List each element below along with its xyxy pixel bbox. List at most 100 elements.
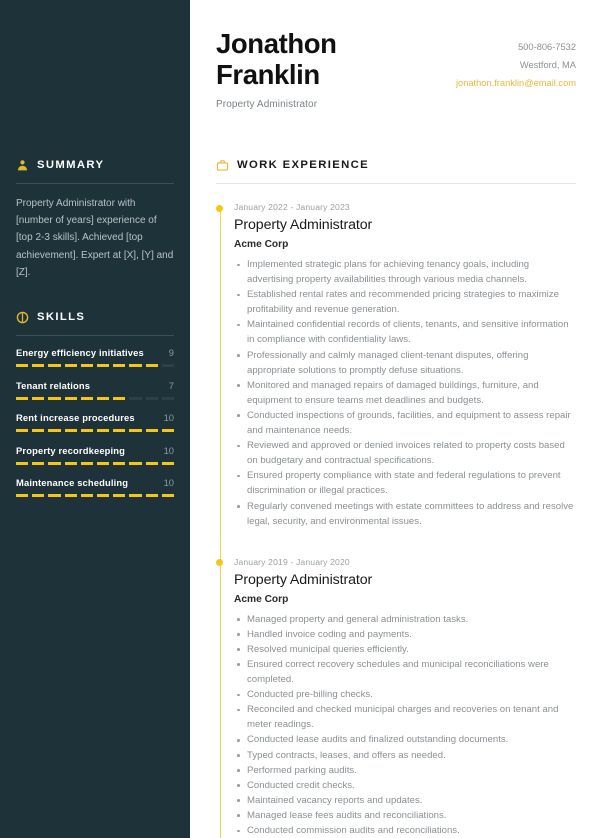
experience-bullet: Managed property and general administrat… xyxy=(234,612,576,627)
skill-bar-segment xyxy=(161,429,175,433)
experience-bullet: Performed parking audits. xyxy=(234,763,576,778)
skill-bar-segment xyxy=(145,461,158,465)
experience-bullet: Typed contracts, leases, and offers as n… xyxy=(234,748,576,763)
experience-bullet: Reviewed and approved or denied invoices… xyxy=(234,438,576,468)
skill-bar-segment xyxy=(48,429,61,433)
contact-email[interactable]: jonathon.franklin@email.com xyxy=(456,74,576,92)
skill-bar-segment xyxy=(145,396,158,400)
skill-row: Maintenance scheduling 10 xyxy=(16,477,174,488)
experience-bullet: Handled invoice coding and payments. xyxy=(234,627,576,642)
skill-label: Tenant relations xyxy=(16,379,91,391)
experience-bullet: Regularly convened meetings with estate … xyxy=(234,499,576,529)
name-block: Jonathon Franklin Property Administrator xyxy=(216,28,337,110)
skill-bar-segment xyxy=(32,364,45,368)
skill-rating-bar xyxy=(16,364,175,368)
experience-bullet: Monitored and managed repairs of damaged… xyxy=(234,378,576,408)
work-experience-header: WORK EXPERIENCE xyxy=(216,156,576,174)
skill-bar-segment xyxy=(48,396,61,400)
timeline-dot-icon xyxy=(216,204,223,212)
skill-bar-segment xyxy=(16,494,29,498)
experience-job-title: Property Administrator xyxy=(234,571,373,588)
skill-bar-segment xyxy=(16,396,29,400)
skill-bar-segment xyxy=(145,494,158,498)
experience-company: Acme Corp xyxy=(234,239,289,250)
skills-title: SKILLS xyxy=(37,311,86,324)
experience-entry: January 2022 - January 2023 Property Admi… xyxy=(216,202,576,529)
resume-header: Jonathon Franklin Property Administrator… xyxy=(216,0,576,110)
skill-bar-segment xyxy=(129,461,142,465)
experience-bullet: Conducted lease audits and finalized out… xyxy=(234,732,576,747)
person-icon xyxy=(16,159,29,172)
skill-label: Energy efficiency initiatives xyxy=(16,347,144,359)
work-experience-title: WORK EXPERIENCE xyxy=(237,159,369,171)
experience-bullet: Established rental rates and recommended… xyxy=(234,287,576,317)
skill-bar-segment xyxy=(113,396,126,400)
skill-score: 10 xyxy=(163,412,174,424)
experience-bullet: Reconciled and checked municipal charges… xyxy=(234,702,576,732)
skill-bar-segment xyxy=(80,396,94,400)
skill-bar-segment xyxy=(129,429,142,433)
skill-item: Maintenance scheduling 10 xyxy=(16,477,175,498)
skill-bar-segment xyxy=(80,494,94,498)
experience-bullet: Managed lease fees audits and reconcilia… xyxy=(234,808,576,823)
skill-rating-bar xyxy=(16,461,175,465)
skill-bar-segment xyxy=(64,494,77,498)
skill-bar-segment xyxy=(161,494,175,498)
experience-date-range: January 2019 - January 2020 xyxy=(234,556,350,567)
sidebar-section-summary: SUMMARY Property Administrator with [num… xyxy=(16,155,174,281)
experience-bullet: Ensured property compliance with state a… xyxy=(234,468,576,498)
skill-bar-segment xyxy=(48,494,61,498)
skill-bar-segment xyxy=(145,429,158,433)
experience-bullet-list: Managed property and general administrat… xyxy=(234,612,576,838)
sidebar-section-skills: SKILLS Energy efficiency initiatives 9 Ten… xyxy=(16,307,175,498)
experience-date-range: January 2022 - January 2023 xyxy=(234,202,350,212)
skills-list: Energy efficiency initiatives 9 Tenant rel… xyxy=(16,347,175,498)
skill-bar-segment xyxy=(32,494,45,498)
skill-bar-segment xyxy=(48,364,61,368)
skill-bar-segment xyxy=(97,396,110,400)
work-experience-divider xyxy=(216,183,576,184)
skill-bar-segment xyxy=(161,461,175,465)
skill-rating-bar xyxy=(16,429,175,433)
summary-divider xyxy=(16,183,174,184)
timeline-dot-icon xyxy=(216,559,223,567)
last-name: Franklin xyxy=(216,59,320,90)
experience-entry: January 2019 - January 2020 Property Admi… xyxy=(216,556,576,838)
skill-bar-segment xyxy=(161,364,175,368)
sidebar-top-spacer xyxy=(16,0,174,155)
experience-bullet: Conducted commission audits and reconcil… xyxy=(234,823,576,838)
skill-bar-segment xyxy=(129,396,142,400)
pie-chart-icon xyxy=(16,311,29,324)
experience-bullet: Conducted pre-billing checks. xyxy=(234,687,576,702)
skill-bar-segment xyxy=(113,494,126,498)
skill-score: 9 xyxy=(168,347,174,359)
contact-phone: 500-806-7532 xyxy=(518,42,576,52)
experience-company: Acme Corp xyxy=(234,593,289,605)
skill-bar-segment xyxy=(80,461,94,465)
summary-header: SUMMARY xyxy=(16,155,174,175)
skill-label: Property recordkeeping xyxy=(16,444,126,456)
skill-row: Rent increase procedures 10 xyxy=(16,412,174,423)
skill-label: Rent increase procedures xyxy=(16,412,135,424)
skill-rating-bar xyxy=(16,396,175,400)
skill-bar-segment xyxy=(48,461,61,465)
skill-bar-segment xyxy=(64,396,77,400)
skill-bar-segment xyxy=(64,364,77,368)
skill-row: Tenant relations 7 xyxy=(16,380,174,391)
skill-item: Rent increase procedures 10 xyxy=(16,412,175,433)
experience-bullet: Maintained vacancy reports and updates. xyxy=(234,793,576,808)
skill-bar-segment xyxy=(64,461,77,465)
section-work-experience: WORK EXPERIENCE January 2022 - January 2… xyxy=(216,156,576,838)
skill-item: Energy efficiency initiatives 9 xyxy=(16,347,175,368)
experience-bullet: Professionally and calmly managed client… xyxy=(234,348,576,378)
skill-item: Tenant relations 7 xyxy=(16,380,175,400)
skill-bar-segment xyxy=(16,429,29,433)
experience-job-title: Property Administrator xyxy=(234,217,373,233)
skill-bar-segment xyxy=(145,364,158,368)
skill-bar-segment xyxy=(97,461,110,465)
skill-bar-segment xyxy=(113,461,126,465)
jobs-list: January 2022 - January 2023 Property Admi… xyxy=(216,202,576,838)
sidebar: SUMMARY Property Administrator with [num… xyxy=(0,0,190,838)
experience-bullet: Conducted inspections of grounds, facili… xyxy=(234,408,576,438)
timeline-line xyxy=(219,207,221,838)
